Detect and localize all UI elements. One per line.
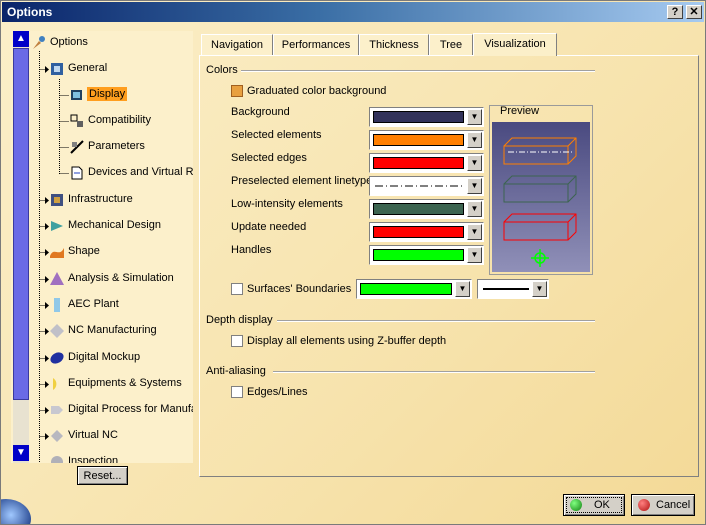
tab-visualization[interactable]: Visualization [473,33,557,56]
chevron-down-icon[interactable]: ▼ [467,247,482,263]
title-bar: Options ? ✕ [2,2,704,22]
selected-edges-label: Selected edges [231,152,307,164]
tab-navigation[interactable]: Navigation [201,34,273,55]
antialias-group-title: Anti-aliasing [206,365,266,377]
selected-edges-color-swatch [373,157,464,169]
help-button[interactable]: ? [667,5,683,19]
cancel-red-light-icon [638,499,650,511]
chevron-down-icon[interactable]: ▼ [532,281,547,297]
tree-expand-handles [45,66,49,440]
selected-edges-color-combo[interactable]: ▼ [369,153,484,173]
depth-group-title: Depth display [206,314,273,326]
preview-boxes-illustration [503,137,577,267]
close-icon: ✕ [689,6,699,18]
preview-screen [492,122,590,272]
surfaces-boundaries-color-combo[interactable]: ▼ [356,279,472,299]
window-title: Options [7,5,53,19]
low-intensity-color-combo[interactable]: ▼ [369,199,484,219]
zbuffer-depth-label: Display all elements using Z-buffer dept… [247,335,447,347]
dash-dot-linetype-icon [375,185,463,187]
handle-crosshair-icon [531,249,549,267]
tab-performances[interactable]: Performances [273,34,359,55]
graduated-background-checkbox[interactable] [231,85,243,97]
graduated-background-label: Graduated color background [247,85,387,97]
update-needed-color-swatch [373,226,464,238]
low-intensity-color-swatch [373,203,464,215]
handles-color-combo[interactable]: ▼ [369,245,484,265]
colors-group-title: Colors [206,64,238,76]
preselected-linetype-combo[interactable]: ▼ [369,176,484,196]
chevron-down-icon[interactable]: ▼ [467,224,482,240]
chevron-down-icon[interactable]: ▼ [467,132,482,148]
preview-frame: Preview [489,105,593,275]
zbuffer-depth-checkbox[interactable] [231,335,243,347]
handles-color-swatch [373,249,464,261]
colors-divider [241,70,595,72]
solid-linetype-icon [483,288,529,290]
antialias-divider [273,371,595,373]
ok-button[interactable]: OK [563,494,625,516]
selected-elements-color-swatch [373,134,464,146]
surfaces-boundaries-linetype-combo[interactable]: ▼ [477,279,549,299]
preselected-linetype-label: Preselected element linetype [231,175,373,187]
selected-elements-label: Selected elements [231,129,322,141]
background-color-swatch [373,111,464,123]
chevron-down-icon[interactable]: ▼ [467,109,482,125]
depth-divider [277,320,595,322]
background-label: Background [231,106,290,118]
edges-lines-checkbox[interactable] [231,386,243,398]
chevron-down-icon[interactable]: ▼ [467,155,482,171]
update-needed-color-combo[interactable]: ▼ [369,222,484,242]
cancel-button[interactable]: Cancel [631,494,695,516]
chevron-down-icon[interactable]: ▼ [467,201,482,217]
tab-thickness[interactable]: Thickness [359,34,429,55]
update-needed-label: Update needed [231,221,307,233]
close-button[interactable]: ✕ [686,5,702,19]
surfaces-boundaries-color-swatch [360,283,452,295]
reset-button[interactable]: Reset... [77,466,128,485]
ok-green-light-icon [570,499,582,511]
options-tree: ▲ ▼ Options General Display Compatibilit… [11,31,193,463]
handles-label: Handles [231,244,272,256]
decorative-globe [1,499,31,524]
tab-tree[interactable]: Tree [429,34,473,55]
low-intensity-label: Low-intensity elements [231,198,343,210]
edges-lines-label: Edges/Lines [247,386,308,398]
surfaces-boundaries-label: Surfaces' Boundaries [247,283,352,295]
chevron-down-icon[interactable]: ▼ [467,178,482,194]
surfaces-boundaries-checkbox[interactable] [231,283,243,295]
preview-label: Preview [500,105,540,117]
background-color-combo[interactable]: ▼ [369,107,484,127]
selected-elements-color-combo[interactable]: ▼ [369,130,484,150]
options-dialog: Options ? ✕ ▲ ▼ Options General Display … [0,0,706,525]
chevron-down-icon[interactable]: ▼ [455,281,470,297]
